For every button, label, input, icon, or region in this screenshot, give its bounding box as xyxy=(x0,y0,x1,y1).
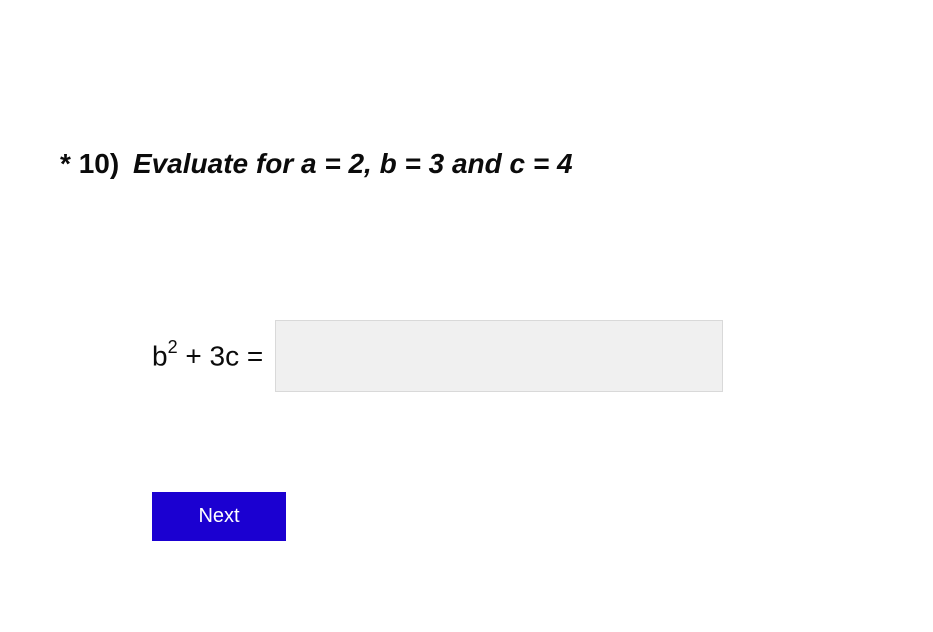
expression-label: b2 + 3c = xyxy=(152,339,263,372)
expr-base: b xyxy=(152,341,168,372)
question-prompt: * 10) Evaluate for a = 2, b = 3 and c = … xyxy=(60,148,573,180)
required-indicator: * xyxy=(60,148,71,179)
expr-exponent: 2 xyxy=(168,337,178,357)
expression-row: b2 + 3c = xyxy=(152,320,723,392)
question-number: 10) xyxy=(79,148,119,179)
expr-rest: + 3c = xyxy=(178,341,264,372)
next-button[interactable]: Next xyxy=(152,492,286,541)
answer-input[interactable] xyxy=(275,320,723,392)
question-instruction: Evaluate for a = 2, b = 3 and c = 4 xyxy=(133,148,573,179)
